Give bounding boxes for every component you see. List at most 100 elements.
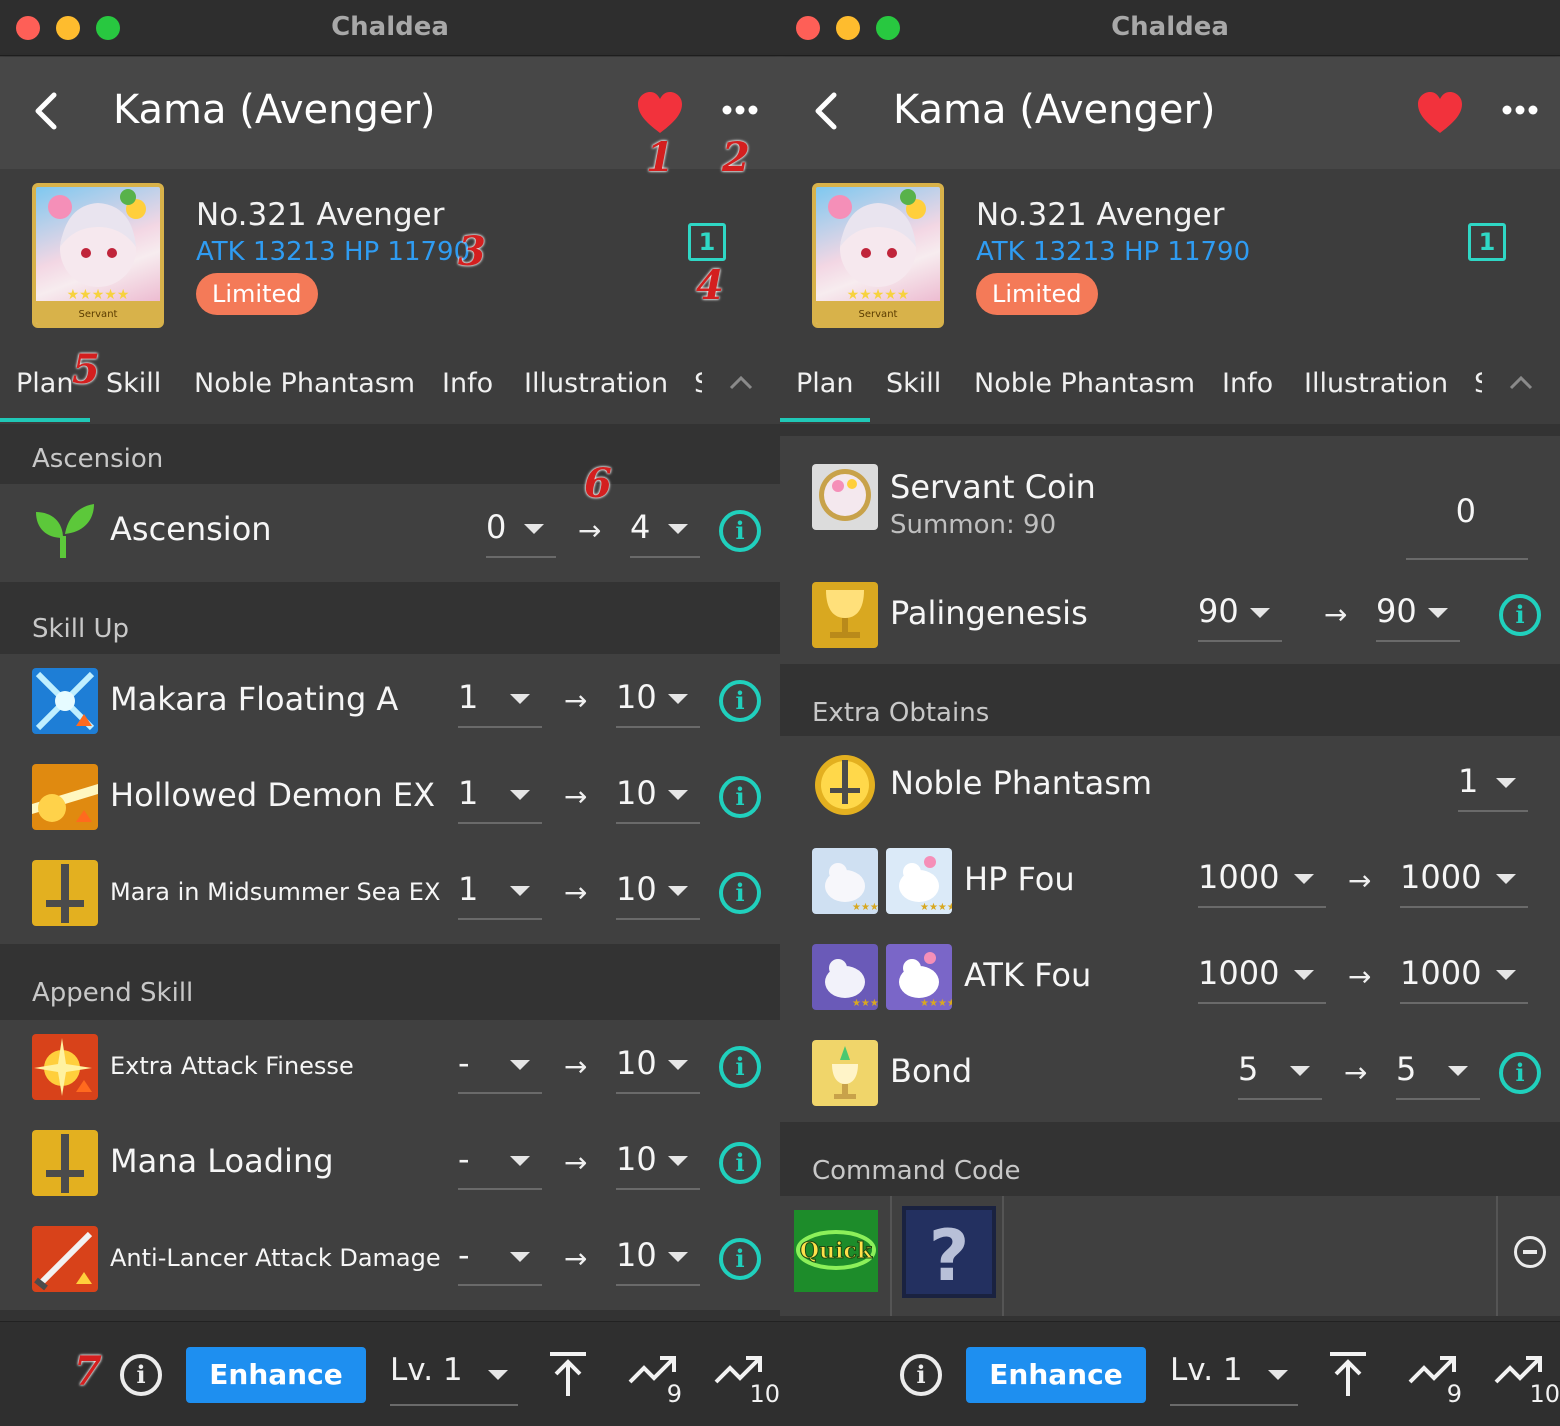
to-level-dropdown[interactable]: 10 — [616, 672, 700, 728]
info-icon[interactable]: i — [719, 1238, 761, 1280]
info-icon[interactable]: i — [1499, 594, 1541, 636]
servant-portrait-icon: ★★★★★ Servant — [36, 189, 160, 324]
trend-to-ten-icon[interactable]: 10 — [1492, 1346, 1560, 1408]
info-icon[interactable]: i — [719, 680, 761, 722]
level-dropdown[interactable]: Lv. 1 — [1170, 1348, 1298, 1406]
info-icon[interactable]: i — [719, 1046, 761, 1088]
servant-header: ★★★★★ Servant No.321 Avenger ATK 13213 H… — [0, 169, 780, 344]
from-level-dropdown[interactable]: - — [458, 1038, 542, 1094]
tab-overflow[interactable]: S — [1474, 368, 1482, 399]
servant-avatar[interactable]: ★★★★★ Servant — [812, 183, 944, 328]
favorite-heart-icon[interactable] — [1416, 91, 1464, 135]
hp-fou-icon: ★★★ — [812, 848, 878, 914]
from-level-dropdown[interactable]: 90 — [1198, 586, 1282, 642]
to-level-dropdown[interactable]: 90 — [1376, 586, 1460, 642]
svg-text:★★★★★: ★★★★★ — [847, 287, 910, 303]
info-icon[interactable]: i — [719, 510, 761, 552]
tab-bar: Plan Skill Noble Phantasm Info Illustrat… — [0, 344, 780, 426]
back-arrow-icon[interactable] — [806, 89, 850, 133]
from-level-dropdown[interactable]: 1 — [458, 864, 542, 920]
annotation-2: 2 — [722, 134, 750, 181]
remove-icon[interactable] — [1514, 1236, 1546, 1268]
tab-noble-phantasm[interactable]: Noble Phantasm — [194, 368, 415, 399]
more-options-icon[interactable] — [1500, 97, 1540, 123]
tab-noble-phantasm[interactable]: Noble Phantasm — [974, 368, 1195, 399]
arrow-right-icon: → — [564, 684, 588, 717]
append-anti-lancer-icon — [32, 1226, 98, 1292]
more-options-icon[interactable] — [720, 97, 760, 123]
servant-coin-row: Servant Coin Summon: 90 0 — [780, 446, 1560, 562]
tab-skill[interactable]: Skill — [886, 368, 941, 399]
noble-phantasm-icon — [815, 755, 875, 815]
from-level-dropdown[interactable]: 1 — [458, 768, 542, 824]
to-level-dropdown[interactable]: 1000 — [1400, 852, 1528, 908]
to-level-dropdown[interactable]: 10 — [616, 768, 700, 824]
trend-to-ten-icon[interactable]: 10 — [712, 1346, 780, 1408]
servant-coin-input[interactable]: 0 — [1406, 476, 1528, 560]
tab-skill[interactable]: Skill — [106, 368, 161, 399]
limited-badge: Limited — [976, 273, 1098, 315]
servant-avatar[interactable]: ★★★★★ Servant — [32, 183, 164, 328]
chevron-up-icon[interactable] — [1508, 372, 1534, 392]
arrow-right-icon: → — [564, 1146, 588, 1179]
enhance-button[interactable]: Enhance — [966, 1347, 1146, 1403]
row-label: Anti-Lancer Attack Damage — [110, 1244, 441, 1272]
arrow-right-icon: → — [1348, 864, 1372, 897]
from-level-dropdown[interactable]: 5 — [1238, 1044, 1322, 1100]
info-icon[interactable]: i — [719, 872, 761, 914]
tab-info[interactable]: Info — [442, 368, 493, 399]
from-level-dropdown[interactable]: - — [458, 1134, 542, 1190]
to-level-dropdown[interactable]: 5 — [1396, 1044, 1480, 1100]
level-dropdown[interactable]: Lv. 1 — [390, 1348, 518, 1406]
to-level-dropdown[interactable]: 1000 — [1400, 948, 1528, 1004]
app-bar: Kama (Avenger) — [780, 57, 1560, 169]
divider — [1496, 1196, 1498, 1316]
tab-illustration[interactable]: Illustration — [1304, 368, 1448, 399]
from-level-dropdown[interactable]: 0 — [486, 502, 556, 558]
favorite-heart-icon[interactable] — [636, 91, 684, 135]
to-level-dropdown[interactable]: 10 — [616, 864, 700, 920]
arrow-right-icon: → — [1324, 598, 1348, 631]
enhance-button[interactable]: Enhance — [186, 1347, 366, 1403]
list-item: Makara Floating A 1 → 10 i — [0, 654, 780, 750]
section-header-extra-obtains: Extra Obtains — [780, 664, 1560, 736]
servant-count-box[interactable]: 1 — [1468, 223, 1506, 261]
trend-to-nine-icon[interactable]: 9 — [1406, 1346, 1462, 1408]
info-icon[interactable]: i — [120, 1354, 162, 1396]
servant-coin-icon — [812, 464, 878, 530]
from-level-dropdown[interactable]: - — [458, 1230, 542, 1286]
chevron-up-icon[interactable] — [728, 372, 754, 392]
tab-overflow[interactable]: S — [694, 368, 702, 399]
servant-stats: ATK 13213 HP 11790 — [196, 237, 471, 267]
from-level-dropdown[interactable]: 1 — [458, 672, 542, 728]
section-append-skill: Extra Attack Finesse - → 10 i Mana Loadi… — [0, 1020, 780, 1310]
right-window: Chaldea Kama (Avenger) ★★★★★ Servant No.… — [780, 0, 1560, 1426]
servant-count-box[interactable]: 1 — [688, 223, 726, 261]
bond-grail-icon — [812, 1040, 878, 1106]
to-level-dropdown[interactable]: 4 — [630, 502, 700, 558]
info-icon[interactable]: i — [719, 776, 761, 818]
trend-to-nine-icon[interactable]: 9 — [626, 1346, 682, 1408]
info-icon[interactable]: i — [900, 1354, 942, 1396]
tab-plan[interactable]: Plan — [796, 368, 853, 399]
info-icon[interactable]: i — [1499, 1052, 1541, 1094]
to-level-dropdown[interactable]: 10 — [616, 1230, 700, 1286]
command-code-slot[interactable]: ? — [892, 1196, 1004, 1316]
to-level-dropdown[interactable]: 10 — [616, 1134, 700, 1190]
command-card-slot[interactable]: Quick — [780, 1196, 892, 1316]
sprout-icon — [36, 504, 94, 558]
from-level-dropdown[interactable]: 1000 — [1198, 948, 1326, 1004]
section-header-ascension: Ascension — [0, 426, 780, 484]
section-header-skill-up: Skill Up — [0, 582, 780, 654]
to-level-dropdown[interactable]: 10 — [616, 1038, 700, 1094]
from-level-dropdown[interactable]: 1000 — [1198, 852, 1326, 908]
tab-info[interactable]: Info — [1222, 368, 1273, 399]
info-icon[interactable]: i — [719, 1142, 761, 1184]
max-upload-icon[interactable] — [540, 1346, 596, 1402]
noble-phantasm-dropdown[interactable]: 1 — [1458, 756, 1528, 812]
tab-plan[interactable]: Plan — [16, 368, 73, 399]
tab-illustration[interactable]: Illustration — [524, 368, 668, 399]
max-upload-icon[interactable] — [1320, 1346, 1376, 1402]
back-arrow-icon[interactable] — [26, 89, 70, 133]
servant-stats: ATK 13213 HP 11790 — [976, 237, 1251, 267]
